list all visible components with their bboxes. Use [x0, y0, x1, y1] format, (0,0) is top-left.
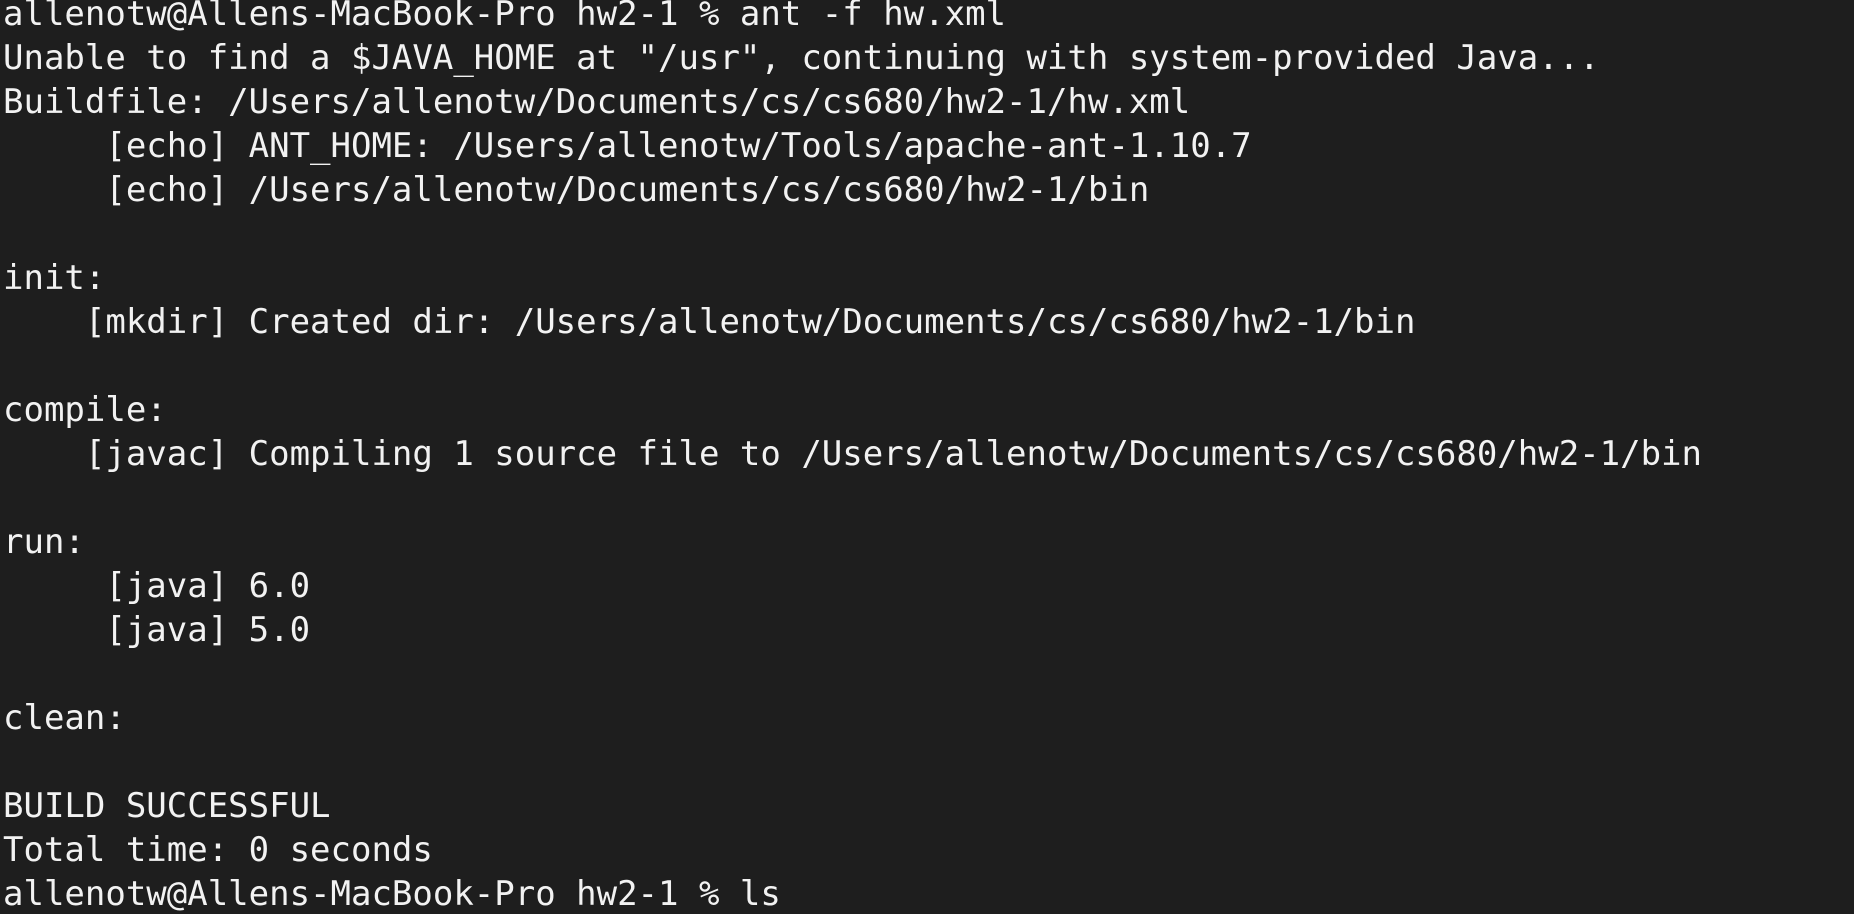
command-line-ls[interactable]: allenotw@Allens-MacBook-Pro hw2-1 % ls	[3, 872, 1854, 914]
java-home-warning: Unable to find a $JAVA_HOME at "/usr", c…	[3, 38, 1600, 78]
total-time: Total time: 0 seconds	[3, 830, 433, 870]
java-output-line: [java] 5.0	[3, 610, 311, 650]
echo-bin-dir: [echo] /Users/allenotw/Documents/cs/cs68…	[3, 170, 1150, 210]
command-line-ant: allenotw@Allens-MacBook-Pro hw2-1 % ant …	[3, 0, 1007, 34]
build-status: BUILD SUCCESSFUL	[3, 786, 331, 826]
buildfile-line: Buildfile: /Users/allenotw/Documents/cs/…	[3, 82, 1191, 122]
target-run: run:	[3, 522, 85, 562]
java-output-line: [java] 6.0	[3, 566, 311, 606]
mkdir-output: [mkdir] Created dir: /Users/allenotw/Doc…	[3, 302, 1416, 342]
target-clean: clean:	[3, 698, 126, 738]
target-init: init:	[3, 258, 106, 298]
echo-ant-home: [echo] ANT_HOME: /Users/allenotw/Tools/a…	[3, 126, 1252, 166]
javac-output: [javac] Compiling 1 source file to /User…	[3, 434, 1702, 474]
target-compile: compile:	[3, 390, 167, 430]
terminal-window[interactable]: allenotw@Allens-MacBook-Pro hw2-1 % ant …	[0, 0, 1854, 914]
